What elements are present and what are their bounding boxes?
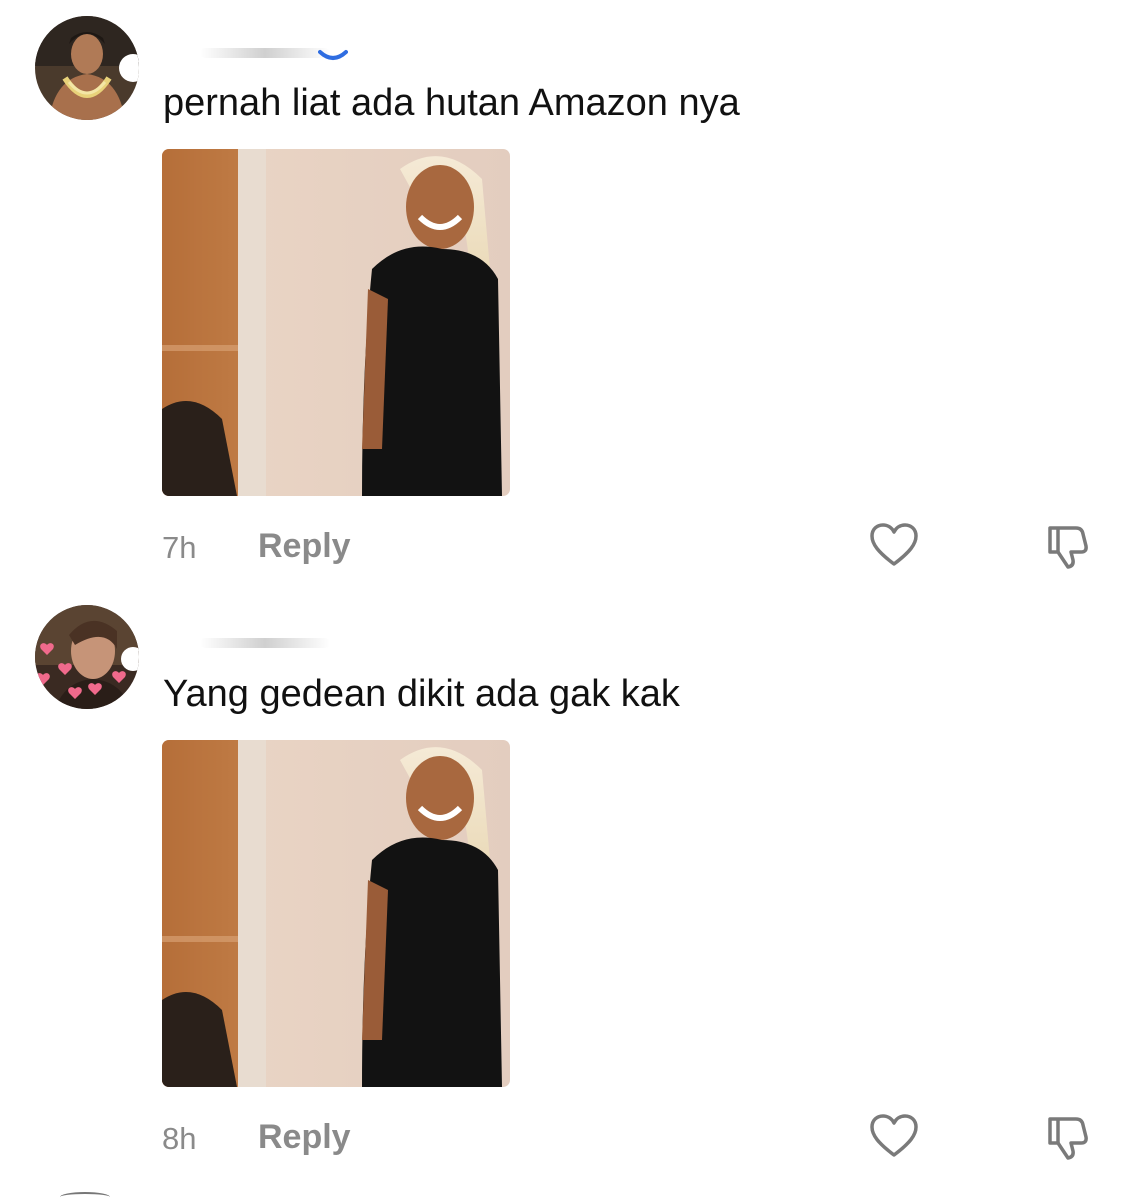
comment-gif[interactable] bbox=[162, 740, 510, 1087]
heart-outline-icon[interactable] bbox=[868, 520, 920, 572]
verified-icon bbox=[318, 48, 348, 62]
comments-list: pernah liat ada hutan Amazon nya 7h Repl… bbox=[0, 0, 1138, 1200]
comment-text: pernah liat ada hutan Amazon nya bbox=[163, 82, 740, 124]
reply-button[interactable]: Reply bbox=[258, 1118, 351, 1157]
username[interactable] bbox=[200, 48, 330, 58]
thumbs-down-icon[interactable] bbox=[1040, 1111, 1092, 1163]
avatar[interactable] bbox=[35, 16, 139, 120]
next-comment-avatar-edge bbox=[60, 1192, 110, 1200]
avatar[interactable] bbox=[35, 605, 139, 709]
reply-button[interactable]: Reply bbox=[258, 527, 351, 566]
username[interactable] bbox=[200, 638, 330, 648]
thumbs-down-icon[interactable] bbox=[1040, 520, 1092, 572]
comment-text: Yang gedean dikit ada gak kak bbox=[163, 673, 680, 715]
heart-outline-icon[interactable] bbox=[868, 1111, 920, 1163]
comment-time: 7h bbox=[162, 530, 197, 565]
comment-time: 8h bbox=[162, 1121, 197, 1156]
comment-gif[interactable] bbox=[162, 149, 510, 496]
